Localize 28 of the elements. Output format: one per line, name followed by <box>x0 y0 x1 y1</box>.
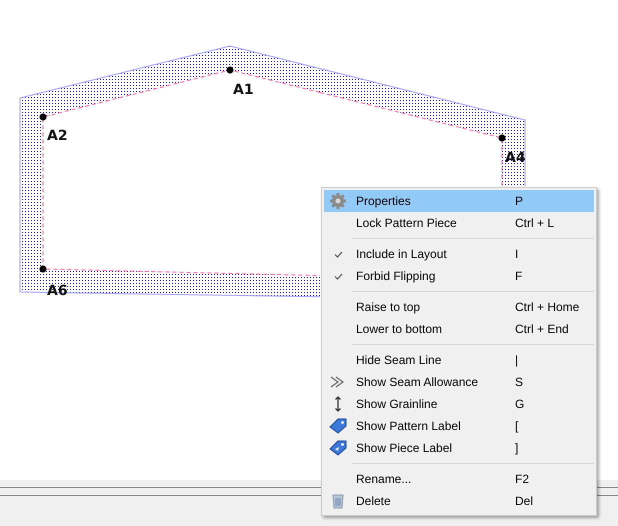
vertical-arrow-icon <box>335 396 341 412</box>
pattern-piece-corner-drawing[interactable] <box>320 68 526 186</box>
point-label: A2 <box>47 128 68 144</box>
point-marker[interactable] <box>498 134 506 142</box>
tag-icon <box>329 418 347 434</box>
point-marker[interactable] <box>226 66 234 74</box>
menu-item[interactable]: Lock Pattern Piece Ctrl + L <box>324 212 594 234</box>
menu-item[interactable]: Forbid Flipping F <box>324 265 594 287</box>
point-marker[interactable] <box>40 266 46 272</box>
menu-item[interactable]: Show Pattern Label [ <box>324 415 594 437</box>
point-label: A4 <box>505 150 526 166</box>
point-label: A1 <box>233 82 254 98</box>
menu-item[interactable]: Raise to top Ctrl + Home <box>324 296 594 318</box>
menu-item[interactable]: Lower to bottom Ctrl + End <box>324 318 594 340</box>
menu-item[interactable]: Hide Seam Line | <box>324 349 594 371</box>
point-marker[interactable] <box>40 114 46 120</box>
menu-item[interactable]: Include in Layout I <box>324 243 594 265</box>
menu-item[interactable]: Properties P <box>324 190 594 212</box>
menu-item[interactable]: Rename... F2 <box>324 468 594 490</box>
menu-item[interactable]: Show Grainline G <box>324 393 594 415</box>
pattern-piece-drawing[interactable] <box>20 45 320 298</box>
point-label: A6 <box>47 283 68 299</box>
gear-icon <box>329 192 347 210</box>
menu-item[interactable]: Show Seam Allowance S <box>324 371 594 393</box>
double-chevron-icon <box>330 376 346 388</box>
menu-item[interactable]: Show Piece Label ] <box>324 437 594 459</box>
recycle-bin-icon <box>332 493 344 509</box>
tag-icon <box>329 440 347 456</box>
